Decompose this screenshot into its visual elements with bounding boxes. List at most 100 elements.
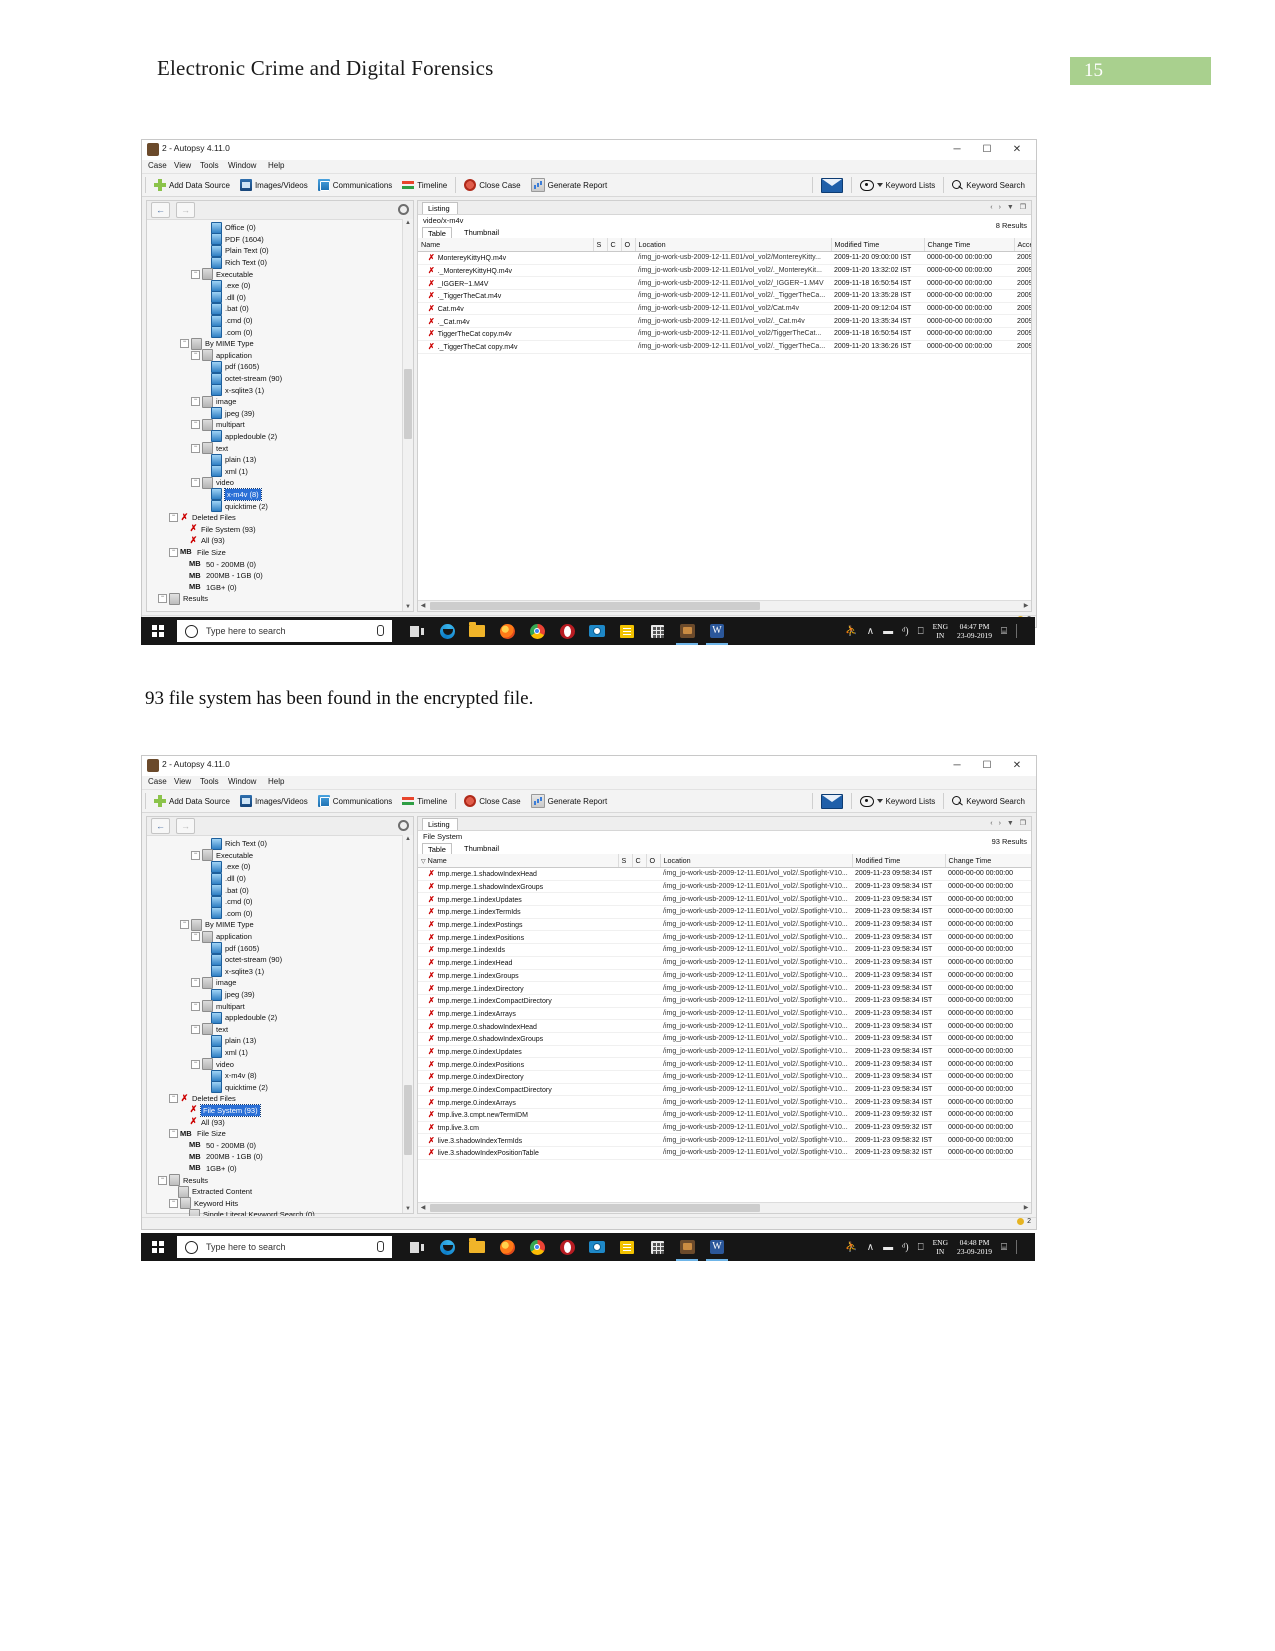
forward-button[interactable]: → xyxy=(176,202,195,218)
tree-node[interactable]: − Keyword Hits xyxy=(147,1197,413,1210)
tree-node[interactable]: − MB File Size xyxy=(147,547,413,559)
maximize-button[interactable]: ☐ xyxy=(972,140,1002,160)
tree-node[interactable]: Office (0) xyxy=(147,221,413,234)
table-row[interactable]: ✗ MontereyKittyHQ.m4v/img_jo-work-usb-200… xyxy=(418,251,1031,265)
tree-toggle-icon[interactable]: − xyxy=(158,594,167,604)
scrollbar-thumb[interactable] xyxy=(430,602,760,610)
taskbar-word-button[interactable]: W xyxy=(702,617,732,645)
table-row[interactable]: ✗ tmp.merge.1.indexArrays/img_jo-work-usb… xyxy=(418,1007,1031,1021)
search-input[interactable]: Type here to search xyxy=(177,1236,392,1258)
tree-node[interactable]: .exe (0) xyxy=(147,279,413,292)
directory-tree[interactable]: Office (0) PDF (1604) Plain Text (0) Rich T… xyxy=(147,220,413,614)
column-header-s[interactable]: S xyxy=(618,854,633,868)
keyword-search-button[interactable]: Keyword Search xyxy=(947,174,1030,196)
tree-node[interactable]: MB 1GB+ (0) xyxy=(147,1163,413,1175)
table-row[interactable]: ✗ tmp.live.3.cmpt.newTermIDM/img_jo-work-… xyxy=(418,1108,1031,1122)
tree-node[interactable]: xml (1) xyxy=(147,1046,413,1059)
column-header-location[interactable]: Location xyxy=(635,238,832,252)
action-center-icon[interactable]: ⌸ xyxy=(1001,626,1007,637)
tree-node[interactable]: x-sqlite3 (1) xyxy=(147,965,413,978)
tab-controls[interactable]: ‹ › ▼ ❐ xyxy=(990,203,1028,211)
tree-node[interactable]: Single Literal Keyword Search (0) xyxy=(147,1208,413,1216)
taskbar-camera-button[interactable] xyxy=(582,617,612,645)
toolbar-communications-button[interactable]: Communications xyxy=(313,174,398,196)
menu-item-window[interactable]: Window xyxy=(228,777,256,786)
tree-node[interactable]: − image xyxy=(147,395,413,408)
tree-toggle-icon[interactable]: − xyxy=(180,920,189,930)
taskbar-firefox-button[interactable] xyxy=(492,617,522,645)
toolbar-images-videos-button[interactable]: Images/Videos xyxy=(235,790,313,812)
tree-node[interactable]: − application xyxy=(147,930,413,943)
tree-node[interactable]: − Executable xyxy=(147,849,413,862)
tree-node[interactable]: pdf (1605) xyxy=(147,360,413,373)
toolbar-close-case-button[interactable]: Close Case xyxy=(459,790,525,812)
table-row[interactable]: ✗ tmp.merge.1.indexCompactDirectory/img_j… xyxy=(418,994,1031,1008)
column-header-access-time[interactable]: Access Time xyxy=(1014,238,1031,252)
tree-node[interactable]: jpeg (39) xyxy=(147,988,413,1001)
table-row[interactable]: ✗ tmp.merge.1.indexPostings/img_jo-work-u… xyxy=(418,918,1031,932)
scroll-left-arrow[interactable]: ◀ xyxy=(419,602,427,610)
close-button[interactable]: ✕ xyxy=(1002,756,1032,776)
listing-tab[interactable]: Listing xyxy=(422,818,458,830)
menu-item-window[interactable]: Window xyxy=(228,161,256,170)
tree-node[interactable]: jpeg (39) xyxy=(147,407,413,420)
tab-controls[interactable]: ‹ › ▼ ❐ xyxy=(990,819,1028,827)
tree-toggle-icon[interactable]: − xyxy=(191,1001,200,1011)
tree-toggle-icon[interactable]: − xyxy=(169,1129,178,1139)
table-row[interactable]: ✗ tmp.merge.0.shadowIndexGroups/img_jo-wo… xyxy=(418,1032,1031,1046)
column-header-modified-time[interactable]: Modified Time xyxy=(852,854,946,868)
tree-node[interactable]: octet-stream (90) xyxy=(147,953,413,966)
tree-toggle-icon[interactable]: − xyxy=(169,1198,178,1208)
scroll-left-arrow[interactable]: ◀ xyxy=(419,1204,427,1212)
back-button[interactable]: ← xyxy=(151,818,170,834)
tree-toggle-icon[interactable]: − xyxy=(191,478,200,488)
menu-item-tools[interactable]: Tools xyxy=(200,777,219,786)
tree-node[interactable]: pdf (1605) xyxy=(147,942,413,955)
tree-node[interactable]: − application xyxy=(147,349,413,362)
forward-button[interactable]: → xyxy=(176,818,195,834)
directory-tree[interactable]: Rich Text (0) − Executable .exe (0) .dll (0)… xyxy=(147,836,413,1216)
table-row[interactable]: ✗ live.3.shadowIndexPositionTable/img_jo-… xyxy=(418,1146,1031,1160)
tree-toggle-icon[interactable]: − xyxy=(180,339,189,349)
scroll-right-arrow[interactable]: ▶ xyxy=(1022,602,1030,610)
taskbar-edge-button[interactable] xyxy=(432,1233,462,1261)
keyword-search-button[interactable]: Keyword Search xyxy=(947,790,1030,812)
scroll-up-arrow[interactable]: ▲ xyxy=(404,835,412,843)
language-indicator[interactable]: ENG IN xyxy=(933,1238,948,1256)
show-desktop-button[interactable] xyxy=(1016,1240,1027,1254)
column-header-o[interactable]: O xyxy=(646,854,661,868)
toolbar-communications-button[interactable]: Communications xyxy=(313,790,398,812)
tree-node[interactable]: .cmd (0) xyxy=(147,314,413,327)
table-row[interactable]: ✗ ._Cat.m4v/img_jo-work-usb-2009-12-11.E0… xyxy=(418,314,1031,329)
tree-node[interactable]: − By MIME Type xyxy=(147,918,413,931)
column-header-change-time[interactable]: Change Time xyxy=(924,238,1015,252)
taskbar-autopsy-button[interactable] xyxy=(672,617,702,645)
scrollbar-thumb[interactable] xyxy=(404,1085,412,1155)
tree-node[interactable]: x-m4v (8) xyxy=(147,487,413,501)
table-row[interactable]: ✗ tmp.merge.0.indexArrays/img_jo-work-usb… xyxy=(418,1095,1031,1110)
table-row[interactable]: ✗ tmp.merge.1.indexGroups/img_jo-work-usb… xyxy=(418,969,1031,983)
table-row[interactable]: ✗ tmp.merge.1.indexIds/img_jo-work-usb-20… xyxy=(418,943,1031,957)
mail-button[interactable] xyxy=(816,790,848,812)
tree-node[interactable]: MB 50 - 200MB (0) xyxy=(147,1139,413,1151)
toolbar-add-data-source-button[interactable]: Add Data Source xyxy=(149,174,235,196)
tree-node[interactable]: quicktime (2) xyxy=(147,1081,413,1094)
table-row[interactable]: ✗ tmp.merge.0.indexPositions/img_jo-work-… xyxy=(418,1057,1031,1071)
table-row[interactable]: ✗ tmp.merge.0.shadowIndexHead/img_jo-work… xyxy=(418,1019,1031,1033)
toolbar-generate-report-button[interactable]: Generate Report xyxy=(526,790,613,812)
gear-icon[interactable] xyxy=(398,204,409,215)
tree-node[interactable]: − MB File Size xyxy=(147,1128,413,1140)
tree-node[interactable]: .com (0) xyxy=(147,907,413,920)
table-row[interactable]: ✗ tmp.live.3.cm/img_jo-work-usb-2009-12-1… xyxy=(418,1121,1031,1135)
volume-icon[interactable]: ᵈ) xyxy=(902,1242,908,1253)
taskbar-task-view-button[interactable] xyxy=(402,1233,432,1261)
tree-node[interactable]: Plain Text (0) xyxy=(147,244,413,257)
volume-icon[interactable]: ᵈ) xyxy=(902,626,908,637)
tree-node[interactable]: appledouble (2) xyxy=(147,1011,413,1024)
toolbar-close-case-button[interactable]: Close Case xyxy=(459,174,525,196)
tree-node[interactable]: x-sqlite3 (1) xyxy=(147,384,413,397)
tree-node[interactable]: ✗ All (93) xyxy=(147,1116,413,1128)
tree-node[interactable]: .cmd (0) xyxy=(147,895,413,908)
close-button[interactable]: ✕ xyxy=(1002,140,1032,160)
minimize-button[interactable]: ─ xyxy=(942,756,972,776)
